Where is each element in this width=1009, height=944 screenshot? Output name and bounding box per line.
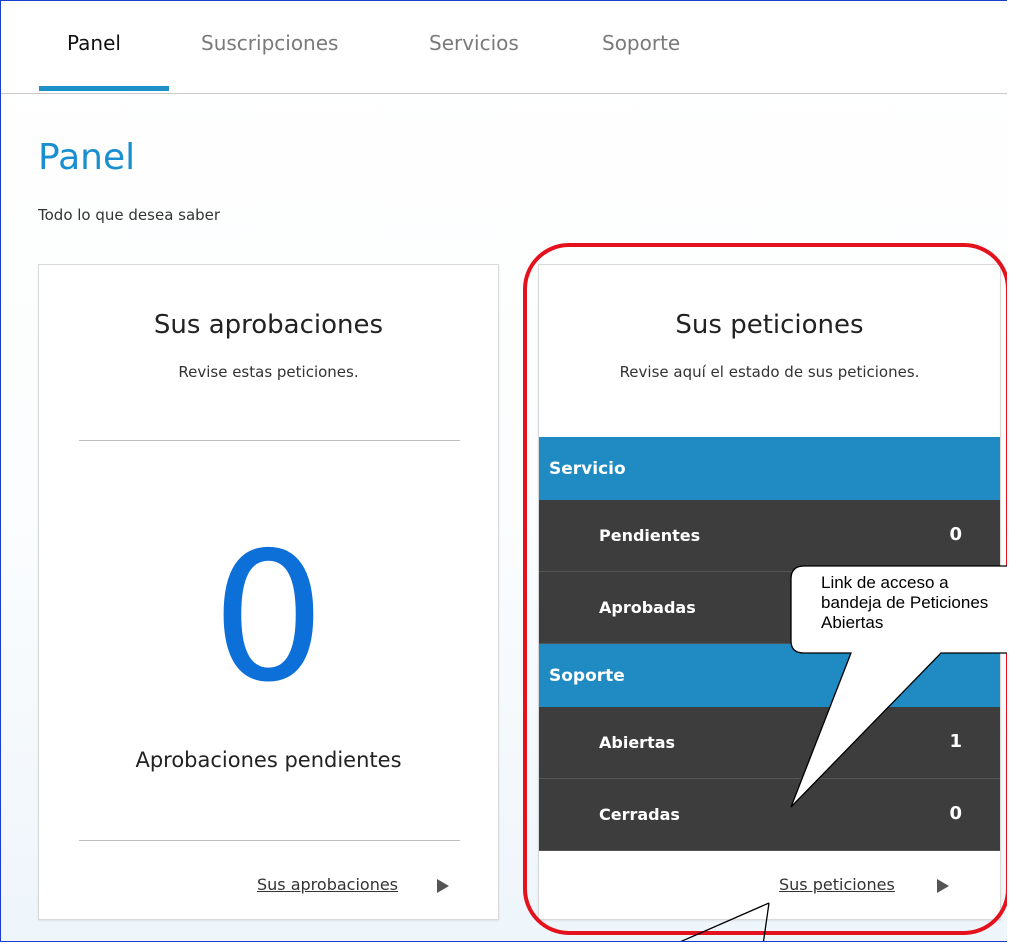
page-frame: Panel Suscripciones Servicios Soporte Pa… — [0, 0, 1007, 942]
callout-bubble — [680, 565, 1007, 941]
callout-text: Link de acceso a bandeja de Peticiones A… — [821, 573, 989, 632]
